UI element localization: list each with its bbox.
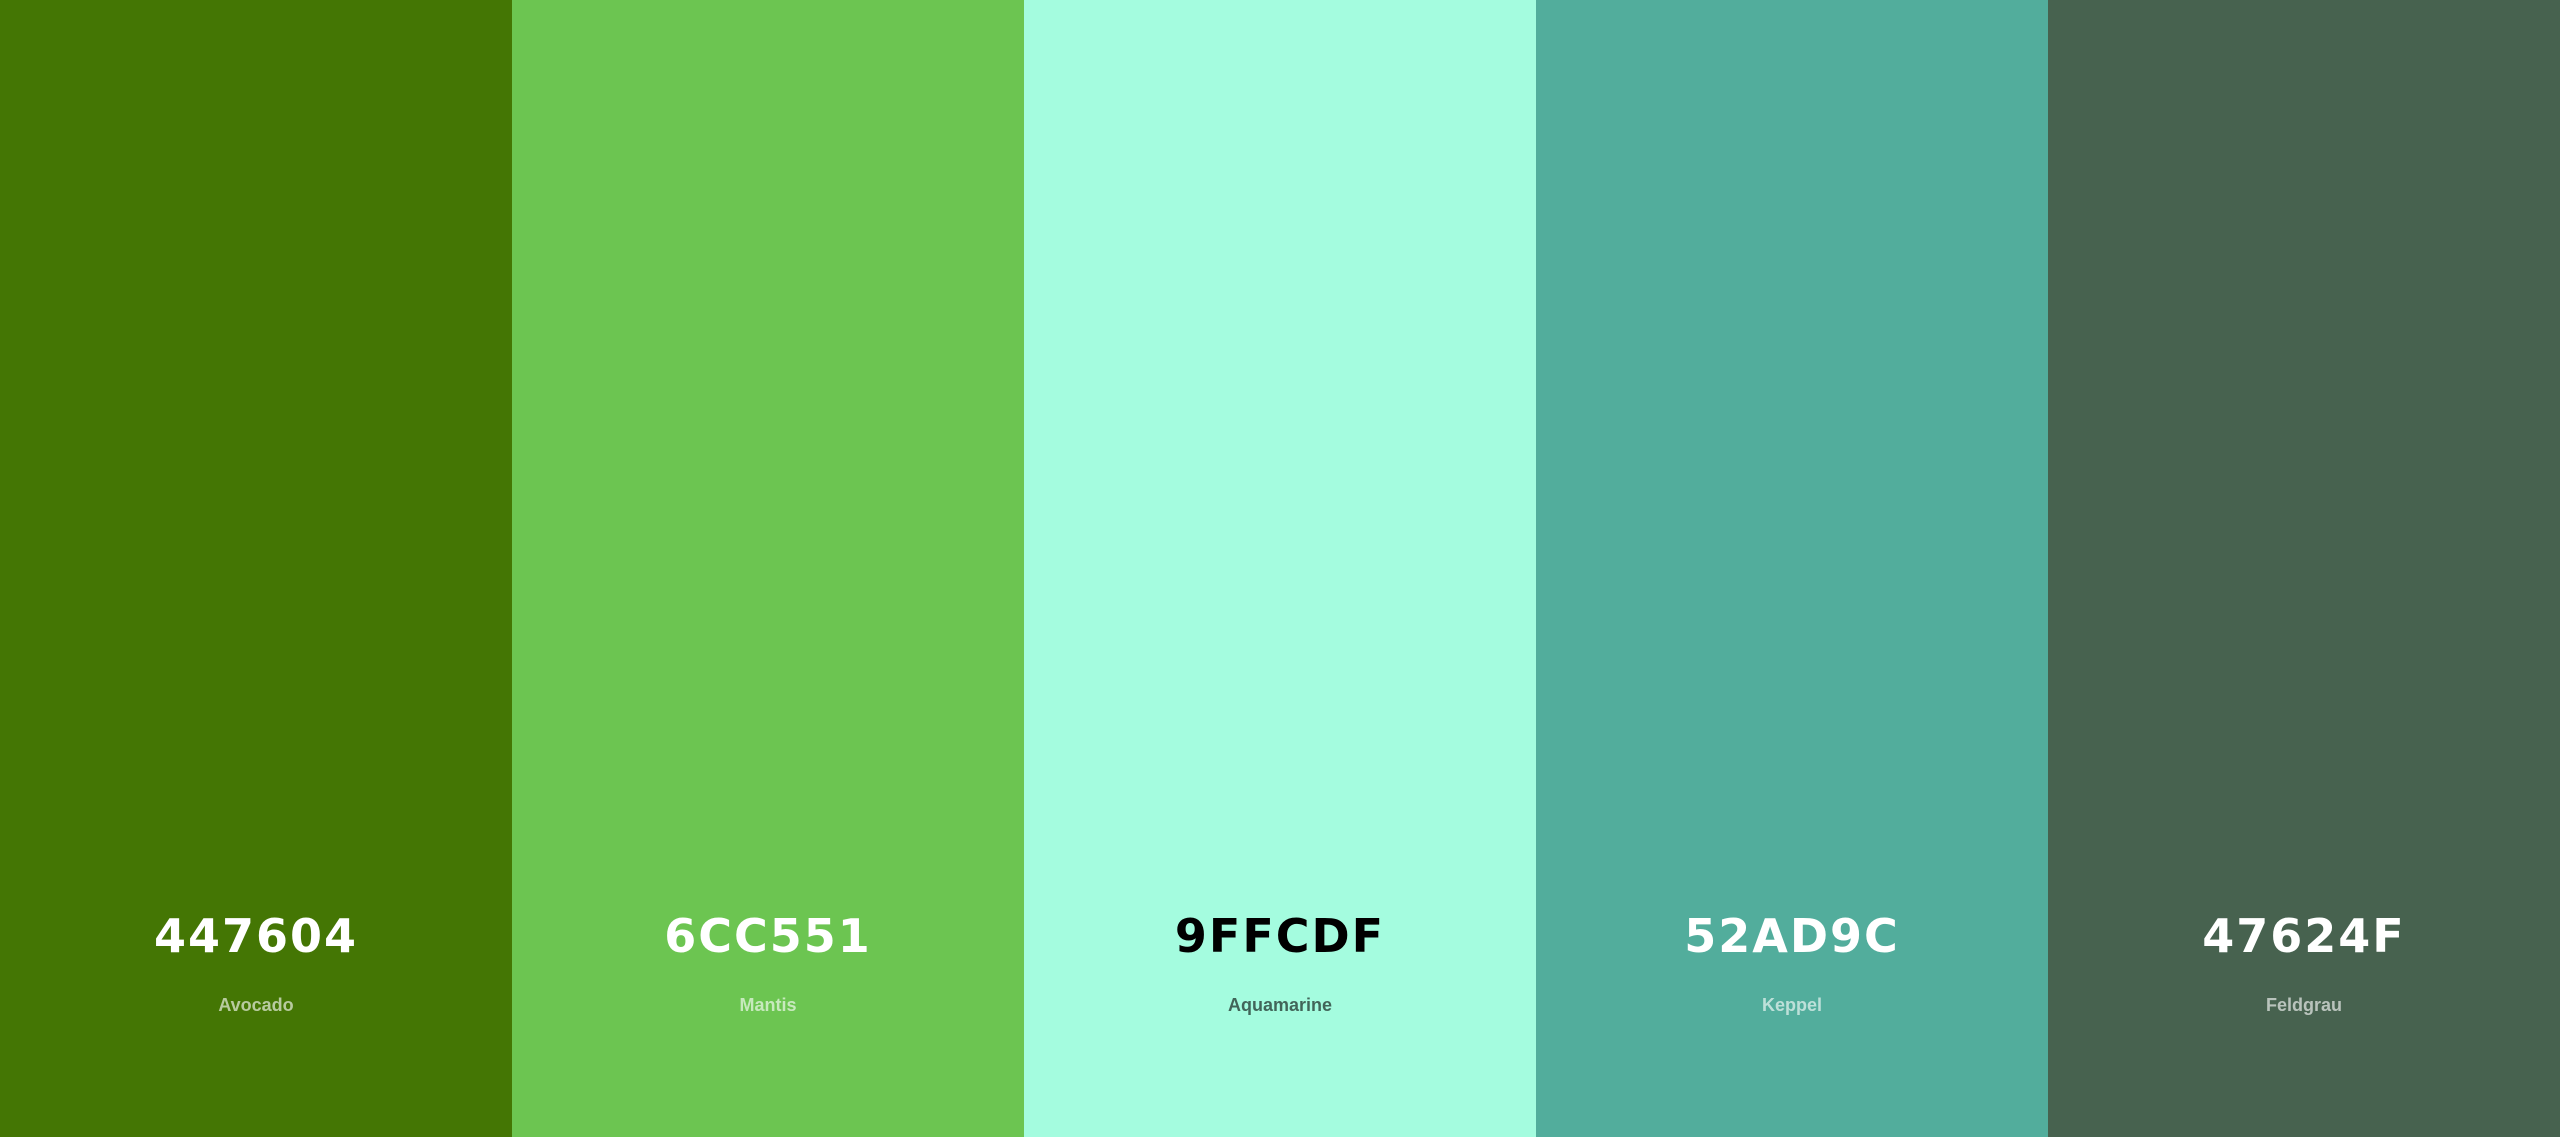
color-palette: 447604 Avocado 6CC551 Mantis 9FFCDF Aqua… [0, 0, 2560, 1137]
swatch-avocado[interactable]: 447604 Avocado [0, 0, 512, 1137]
swatch-color-name: Mantis [739, 995, 797, 1015]
swatch-color-name: Keppel [1761, 995, 1822, 1015]
swatch-aquamarine[interactable]: 9FFCDF Aquamarine [1024, 0, 1536, 1137]
swatch-feldgrau[interactable]: 47624F Feldgrau [2048, 0, 2560, 1137]
swatch-hex-code: 9FFCDF [1174, 909, 1386, 963]
swatch-keppel[interactable]: 52AD9C Keppel [1536, 0, 2048, 1137]
swatch-mantis[interactable]: 6CC551 Mantis [512, 0, 1024, 1137]
swatch-hex-code: 6CC551 [664, 909, 872, 963]
swatch-hex-code: 47624F [2202, 909, 2406, 963]
swatch-color-name: Feldgrau [2265, 995, 2342, 1015]
swatch-hex-code: 52AD9C [1684, 909, 1900, 963]
swatch-color-name: Avocado [218, 995, 294, 1015]
swatch-color-name: Aquamarine [1227, 995, 1333, 1015]
swatch-hex-code: 447604 [153, 909, 359, 963]
